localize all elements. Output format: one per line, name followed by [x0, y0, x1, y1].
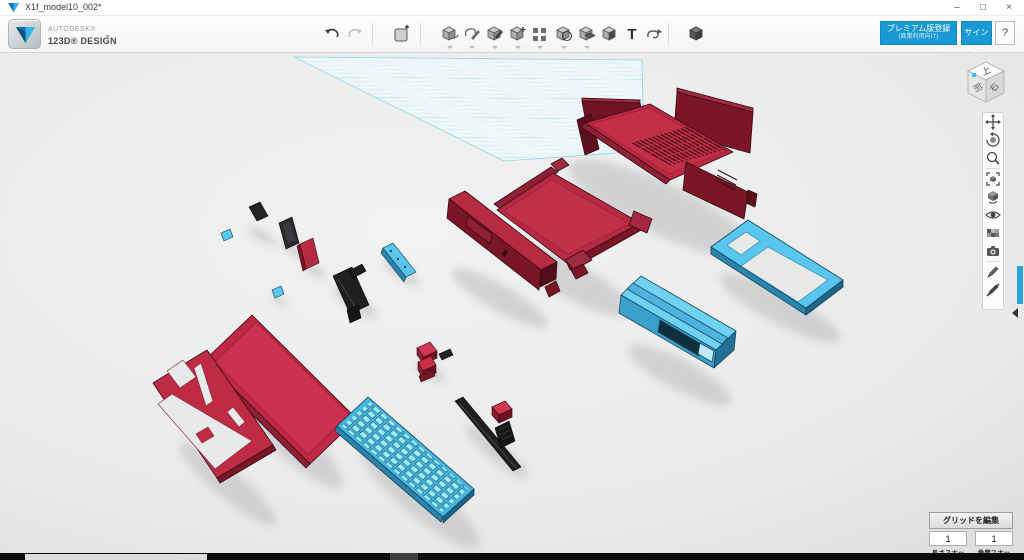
- main-toolbar: AUTODESK® 123D® DESIGN ⌄: [0, 16, 1024, 53]
- hide-sketches-icon[interactable]: [983, 281, 1003, 299]
- app-logo-badge[interactable]: [8, 19, 41, 49]
- logo-triangle-icon: [9, 20, 42, 50]
- toolbar-separator: [420, 23, 421, 45]
- tool-primitives-icon[interactable]: [440, 24, 460, 44]
- brand-company: AUTODESK®: [48, 26, 96, 33]
- tool-snap-icon[interactable]: [644, 24, 664, 44]
- svg-text:T: T: [627, 26, 636, 43]
- nav-divider: [986, 168, 1000, 169]
- premium-signup-button[interactable]: プレミアム版登録 (商業利用向け): [880, 21, 957, 45]
- help-button[interactable]: ?: [995, 21, 1015, 45]
- app-logo-icon: [8, 3, 19, 13]
- undo-icon[interactable]: [322, 24, 342, 44]
- tool-grouping-icon[interactable]: [554, 24, 574, 44]
- close-icon[interactable]: ×: [998, 0, 1020, 15]
- app-window: X1f_model10_002* – □ × AUTODESK® 123D® D…: [0, 0, 1024, 560]
- tool-pattern-icon[interactable]: [530, 24, 550, 44]
- angle-snap-input[interactable]: [975, 531, 1013, 546]
- maximize-icon[interactable]: □: [972, 0, 994, 15]
- collapse-panel-icon[interactable]: [1012, 308, 1018, 318]
- tool-modify-icon[interactable]: [508, 24, 528, 44]
- dropdown-caret-icon: [537, 46, 543, 49]
- titlebar: X1f_model10_002* – □ ×: [0, 0, 1024, 16]
- look-at-icon[interactable]: [983, 188, 1003, 206]
- view-cube[interactable]: 上 前 右: [960, 56, 1012, 108]
- premium-sublabel: (商業利用向け): [881, 33, 956, 41]
- dropdown-caret-icon: [515, 46, 521, 49]
- dropdown-caret-icon: [469, 46, 475, 49]
- tool-text-icon[interactable]: T: [622, 24, 642, 44]
- view-toolbar: [982, 112, 1004, 310]
- tool-construct-icon[interactable]: [485, 24, 505, 44]
- taskbar-item[interactable]: [390, 553, 418, 560]
- chevron-down-icon[interactable]: ⌄: [104, 29, 112, 40]
- view-cube-highlight: [972, 73, 976, 77]
- fit-view-icon[interactable]: [983, 170, 1003, 188]
- screenshot-icon[interactable]: [983, 242, 1003, 260]
- toolbar-separator: [372, 23, 373, 45]
- window-title: X1f_model10_002*: [25, 2, 102, 12]
- dropdown-caret-icon: [561, 46, 567, 49]
- toolbar-separator: [668, 23, 669, 45]
- premium-label: プレミアム版登録: [881, 24, 956, 33]
- tool-combine-icon[interactable]: [577, 24, 597, 44]
- redo-icon[interactable]: [345, 24, 365, 44]
- tool-insert-icon[interactable]: [392, 24, 412, 44]
- viewport-canvas[interactable]: [0, 53, 1024, 553]
- tool-export-icon[interactable]: [687, 24, 707, 44]
- show-sketches-icon[interactable]: [983, 263, 1003, 281]
- visibility-icon[interactable]: [983, 206, 1003, 224]
- dropdown-caret-icon: [584, 46, 590, 49]
- material-icon[interactable]: [983, 224, 1003, 242]
- length-snap-input[interactable]: [929, 531, 967, 546]
- dropdown-caret-icon: [492, 46, 498, 49]
- sign-in-button[interactable]: サインイン: [961, 21, 992, 45]
- dropdown-caret-icon: [447, 46, 453, 49]
- minimize-icon[interactable]: –: [946, 0, 968, 15]
- nav-divider: [986, 261, 1000, 262]
- pan-icon[interactable]: [983, 113, 1003, 131]
- zoom-icon[interactable]: [983, 149, 1003, 167]
- tool-material-icon[interactable]: [600, 24, 620, 44]
- taskbar-item[interactable]: [25, 554, 207, 560]
- panel-scrollbar[interactable]: [1017, 266, 1023, 304]
- orbit-icon[interactable]: [983, 131, 1003, 149]
- edit-grid-button[interactable]: グリッドを編集: [929, 512, 1013, 529]
- tool-sketch-icon[interactable]: [462, 24, 482, 44]
